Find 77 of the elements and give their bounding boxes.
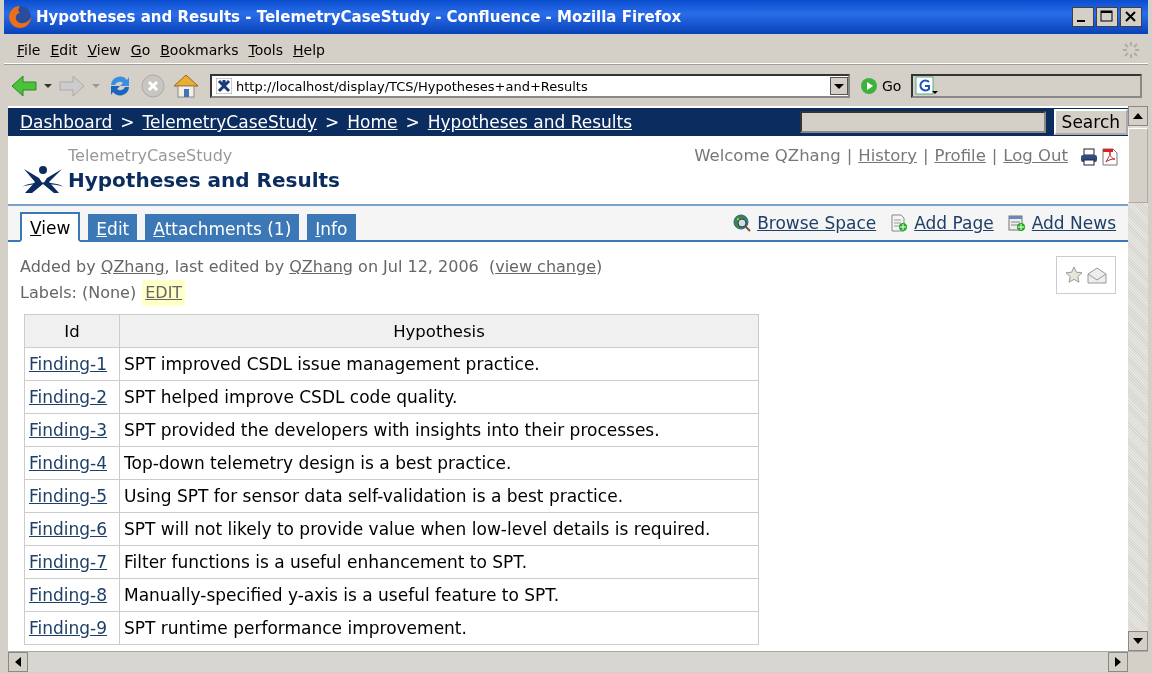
tab[interactable]: Attachments (1) (145, 214, 300, 242)
breadcrumb-link[interactable]: Home (347, 112, 398, 132)
tab[interactable]: Info (307, 214, 356, 242)
table-cell: SPT runtime performance improvement. (119, 611, 759, 645)
breadcrumb-separator: > (405, 112, 420, 132)
info-link[interactable]: QZhang (289, 257, 353, 276)
breadcrumb-separator: > (325, 112, 340, 132)
play-icon (860, 77, 878, 95)
page-title: Hypotheses and Results (68, 168, 340, 192)
table-cell: SPT improved CSDL issue management practice. (119, 347, 759, 381)
search-button[interactable]: Search (1053, 109, 1128, 135)
menu-item[interactable]: Help (288, 39, 330, 60)
add-news-icon (1007, 214, 1026, 232)
info-link[interactable]: QZhang (100, 257, 165, 276)
labels-text: Labels: (None) (20, 282, 137, 304)
link-separator: | (846, 146, 853, 165)
scroll-down-button[interactable] (1128, 631, 1148, 651)
breadcrumb-separator: > (120, 112, 135, 132)
column-header: Hypothesis (119, 314, 759, 348)
tab[interactable]: View (20, 212, 81, 242)
edit-labels-link[interactable]: EDIT (142, 280, 186, 306)
dropdown-caret-icon (92, 83, 100, 89)
user-link[interactable]: Profile (934, 146, 986, 165)
add-page-icon (890, 214, 909, 232)
table-cell: Manually-specified y-axis is a useful feature to SPT. (119, 578, 759, 612)
breadcrumb-link[interactable]: Hypotheses and Results (427, 112, 633, 132)
maximize-button[interactable] (1096, 7, 1118, 27)
page-info-text: Added by QZhang, last edited by QZhang on Jul 12, 2006 (view change) (20, 256, 604, 278)
link-separator: | (991, 146, 998, 165)
scroll-right-button[interactable] (1108, 652, 1128, 672)
menu-item[interactable]: View (82, 39, 126, 60)
welcome-text: Welcome QZhang (694, 146, 841, 165)
table-cell: Filter functions is a useful enhancement to SPT. (119, 545, 759, 579)
window-title: Hypotheses and Results - TelemetryCaseStudy - Confluence - Mozilla Firefox (36, 8, 683, 26)
menu-item[interactable]: Bookmarks (155, 39, 244, 60)
favicon-icon (216, 78, 232, 94)
globe-search-icon (733, 214, 752, 232)
column-header: Id (24, 314, 120, 348)
table-cell: SPT provided the developers with insights into their processes. (119, 413, 759, 447)
link-separator: | (922, 146, 929, 165)
scroll-left-button[interactable] (8, 652, 28, 672)
scroll-up-button[interactable] (1128, 106, 1148, 126)
pdf-icon[interactable] (1102, 148, 1118, 166)
stop-icon (140, 73, 166, 99)
table-cell: Top-down telemetry design is a best practice. (119, 446, 759, 480)
firefox-logo-icon (8, 5, 32, 29)
search-engine-field[interactable] (911, 74, 1142, 98)
go-button[interactable]: Go (856, 77, 906, 95)
minimize-button[interactable] (1072, 7, 1094, 27)
search-field[interactable] (799, 111, 1046, 133)
action-link[interactable]: Browse Space (733, 213, 877, 233)
star-icon[interactable] (1065, 266, 1083, 284)
home-icon[interactable] (172, 73, 200, 99)
close-button[interactable] (1120, 7, 1142, 27)
throbber-icon (1122, 40, 1140, 59)
dropdown-caret-icon[interactable] (44, 83, 52, 89)
scroll-thumb[interactable] (1128, 128, 1148, 203)
menu-item[interactable]: File (12, 39, 46, 60)
breadcrumb-link[interactable]: Dashboard (20, 112, 113, 132)
printer-icon[interactable] (1080, 148, 1098, 166)
info-link[interactable]: view change (495, 257, 596, 276)
forward-arrow-icon (58, 74, 86, 98)
menu-item[interactable]: Go (125, 39, 156, 60)
action-link[interactable]: Add Page (890, 213, 994, 233)
menu-item[interactable]: Tools (243, 39, 288, 60)
user-link[interactable]: Log Out (1003, 146, 1068, 165)
search-engine-icon[interactable] (915, 76, 940, 96)
table-cell: SPT helped improve CSDL code quality. (119, 380, 759, 414)
menu-item[interactable]: Edit (45, 39, 83, 60)
breadcrumb-link[interactable]: TelemetryCaseStudy (142, 112, 318, 132)
action-link[interactable]: Add News (1007, 213, 1116, 233)
dropdown-caret-icon[interactable] (830, 77, 848, 95)
table-cell: SPT will not likely to provide value when low-level details is required. (119, 512, 759, 546)
table-cell: Using SPT for sensor data self-validation is a best practice. (119, 479, 759, 513)
user-link[interactable]: History (858, 146, 917, 165)
tab[interactable]: Edit (88, 214, 138, 242)
address-field[interactable]: http://localhost/display/TCS/Hypotheses+and+Results (210, 74, 850, 98)
